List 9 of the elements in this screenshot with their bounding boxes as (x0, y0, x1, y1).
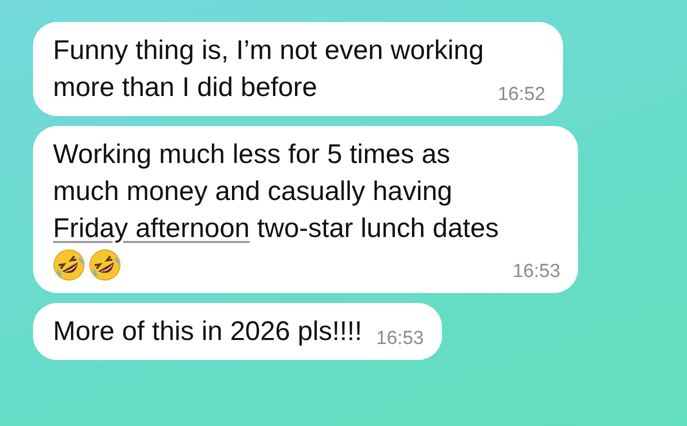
message-text: More of this in 2026 pls!!!! (53, 315, 362, 348)
message-text: Working much less for 5 times as much money and casually having Friday afternoon two-star lunch dates (53, 138, 499, 245)
message-time: 16:53 (512, 261, 560, 283)
message-time: 16:53 (376, 328, 424, 350)
link[interactable]: Friday afternoon (53, 213, 250, 243)
laughing-emoji-icon (89, 249, 121, 281)
message-text: Funny thing is, I’m not even working more than I did before (53, 34, 484, 104)
laughing-emoji-icon (53, 249, 85, 281)
message-time: 16:52 (498, 84, 546, 106)
